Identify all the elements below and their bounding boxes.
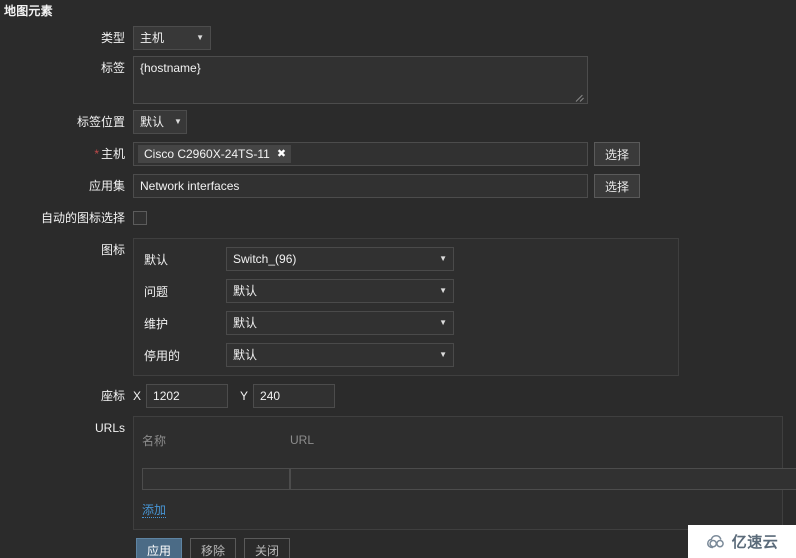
type-select-value: 主机 bbox=[140, 31, 165, 45]
label-textarea[interactable]: {hostname} bbox=[133, 56, 588, 104]
auto-icon-checkbox[interactable] bbox=[133, 211, 147, 225]
form-row-label-position: 标签位置 默认 ▼ bbox=[0, 110, 796, 134]
icon-row-maintenance: 维护 默认 ▼ bbox=[144, 311, 668, 335]
coordinates-field: X 1202 Y 240 bbox=[133, 384, 796, 408]
form-row-coordinates: 座标 X 1202 Y 240 bbox=[0, 384, 796, 408]
coordinates-label: 座标 bbox=[100, 389, 125, 403]
icon-disabled-value: 默认 bbox=[233, 348, 258, 362]
icon-disabled-select[interactable]: 默认 ▼ bbox=[226, 343, 454, 367]
application-input[interactable]: Network interfaces bbox=[133, 174, 588, 198]
chevron-down-icon: ▼ bbox=[439, 286, 447, 295]
host-label-text: 主机 bbox=[100, 147, 125, 161]
icons-field: 默认 Switch_(96) ▼ 问题 默认 ▼ 维护 默认 ▼ 停用的 默认 … bbox=[133, 238, 796, 376]
chevron-down-icon: ▼ bbox=[196, 33, 204, 42]
icon-maintenance-select[interactable]: 默认 ▼ bbox=[226, 311, 454, 335]
label-position-label: 标签位置 bbox=[76, 115, 125, 129]
urls-groupbox: 名称 URL 动作 bbox=[133, 416, 796, 530]
host-field: Cisco C2960X-24TS-11 ✖ 选择 bbox=[133, 142, 796, 166]
dialog-footer: 应用 移除 关闭 bbox=[136, 538, 291, 558]
close-icon[interactable]: ✖ bbox=[277, 148, 286, 160]
urls-cell-url bbox=[290, 461, 796, 501]
urls-header-url: URL bbox=[290, 433, 315, 447]
label-textarea-value: {hostname} bbox=[140, 61, 201, 75]
chevron-down-icon: ▼ bbox=[439, 254, 447, 263]
coordinate-y-axis-label: Y bbox=[240, 389, 249, 403]
close-button[interactable]: 关闭 bbox=[244, 538, 291, 558]
chevron-down-icon: ▼ bbox=[439, 350, 447, 359]
host-label: * 主机 bbox=[0, 142, 133, 166]
auto-icon-field bbox=[133, 206, 796, 230]
form-row-label: 标签 {hostname} bbox=[0, 56, 796, 104]
label-position-select-value: 默认 bbox=[140, 115, 165, 129]
icon-problem-label: 问题 bbox=[144, 284, 169, 299]
icon-default-value: Switch_(96) bbox=[233, 252, 297, 266]
icon-problem-select[interactable]: 默认 ▼ bbox=[226, 279, 454, 303]
chevron-down-icon: ▼ bbox=[439, 318, 447, 327]
type-label: 类型 bbox=[100, 31, 125, 45]
urls-add-cell: 添加 bbox=[142, 501, 796, 523]
icon-maintenance-label: 维护 bbox=[144, 316, 169, 331]
url-add-link[interactable]: 添加 bbox=[142, 503, 167, 518]
table-row: 移除 bbox=[142, 461, 796, 501]
coordinate-y-input[interactable]: 240 bbox=[253, 384, 336, 408]
resize-grip-icon[interactable] bbox=[576, 93, 586, 103]
urls-table: 名称 URL 动作 bbox=[142, 421, 796, 523]
type-field: 主机 ▼ bbox=[133, 26, 796, 50]
urls-field: 名称 URL 动作 bbox=[133, 416, 796, 530]
icon-problem-value: 默认 bbox=[233, 284, 258, 298]
host-multiselect[interactable]: Cisco C2960X-24TS-11 ✖ bbox=[133, 142, 588, 166]
icon-disabled-label: 停用的 bbox=[144, 348, 181, 363]
icon-maintenance-value: 默认 bbox=[233, 316, 258, 330]
form-row-type: 类型 主机 ▼ bbox=[0, 26, 796, 50]
type-select[interactable]: 主机 ▼ bbox=[133, 26, 211, 50]
required-marker: * bbox=[94, 147, 99, 161]
urls-label: URLs bbox=[94, 421, 125, 435]
label-label: 标签 bbox=[100, 61, 125, 75]
label-position-field: 默认 ▼ bbox=[133, 110, 796, 134]
host-chip-label: Cisco C2960X-24TS-11 bbox=[144, 147, 270, 161]
coordinate-x-input[interactable]: 1202 bbox=[146, 384, 229, 408]
cloud-icon bbox=[706, 534, 724, 548]
label-position-select[interactable]: 默认 ▼ bbox=[133, 110, 187, 134]
watermark-text: 亿速云 bbox=[731, 534, 779, 551]
icon-row-default: 默认 Switch_(96) ▼ bbox=[144, 247, 668, 271]
map-element-form: 类型 主机 ▼ 标签 {hostname} 标签位置 默认 ▼ * 主机 Cis… bbox=[0, 26, 796, 536]
application-field: Network interfaces 选择 bbox=[133, 174, 796, 198]
chevron-down-icon: ▼ bbox=[174, 117, 182, 126]
urls-add-row: 添加 bbox=[142, 501, 796, 523]
form-row-icons: 图标 默认 Switch_(96) ▼ 问题 默认 ▼ 维护 默认 ▼ 停用的 … bbox=[0, 238, 796, 376]
form-row-application: 应用集 Network interfaces 选择 bbox=[0, 174, 796, 198]
icon-row-problem: 问题 默认 ▼ bbox=[144, 279, 668, 303]
remove-button[interactable]: 移除 bbox=[190, 538, 237, 558]
label-field: {hostname} bbox=[133, 56, 796, 104]
application-label: 应用集 bbox=[88, 179, 125, 193]
coordinate-x-axis-label: X bbox=[133, 389, 142, 403]
host-select-button[interactable]: 选择 bbox=[594, 142, 641, 166]
url-name-input[interactable] bbox=[142, 468, 290, 490]
urls-cell-name bbox=[142, 461, 290, 501]
url-value-input[interactable] bbox=[290, 468, 796, 490]
page-title: 地图元素 bbox=[4, 4, 53, 18]
urls-header-name: 名称 bbox=[142, 433, 167, 448]
apply-button[interactable]: 应用 bbox=[136, 538, 183, 558]
urls-header-row: 名称 URL 动作 bbox=[142, 421, 796, 461]
icons-groupbox: 默认 Switch_(96) ▼ 问题 默认 ▼ 维护 默认 ▼ 停用的 默认 … bbox=[133, 238, 679, 376]
host-chip: Cisco C2960X-24TS-11 ✖ bbox=[138, 145, 292, 163]
form-row-auto-icon: 自动的图标选择 bbox=[0, 206, 796, 230]
map-element-dialog: 地图元素 类型 主机 ▼ 标签 {hostname} 标签位置 默认 ▼ * 主… bbox=[0, 0, 796, 558]
icon-row-disabled: 停用的 默认 ▼ bbox=[144, 343, 668, 367]
auto-icon-label: 自动的图标选择 bbox=[40, 211, 125, 225]
form-row-urls: URLs 名称 URL 动作 bbox=[0, 416, 796, 530]
icon-default-label: 默认 bbox=[144, 252, 169, 267]
icons-label: 图标 bbox=[100, 243, 125, 257]
application-select-button[interactable]: 选择 bbox=[594, 174, 641, 198]
icon-default-select[interactable]: Switch_(96) ▼ bbox=[226, 247, 454, 271]
watermark: 亿速云 bbox=[688, 525, 796, 558]
form-row-host: * 主机 Cisco C2960X-24TS-11 ✖ 选择 bbox=[0, 142, 796, 166]
